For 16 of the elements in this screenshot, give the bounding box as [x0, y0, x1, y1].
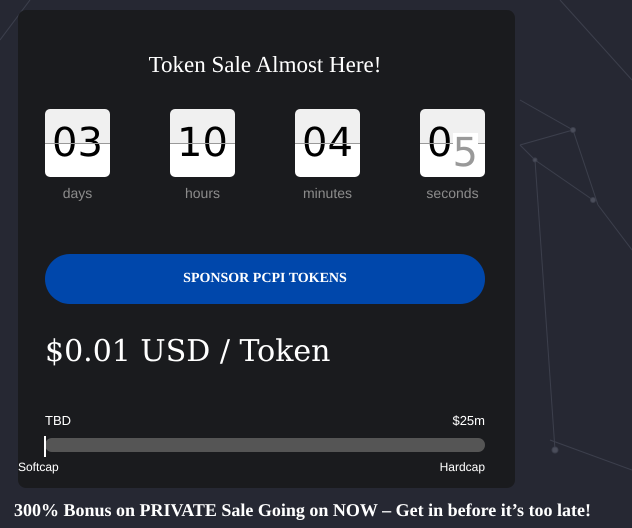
token-price: $0.01 USD / Token: [45, 334, 332, 369]
softcap-label: Softcap: [18, 460, 59, 474]
countdown-label: minutes: [302, 185, 352, 201]
hardcap-label: Hardcap: [440, 460, 485, 474]
sponsor-button[interactable]: SPONSOR PCPI TOKENS: [45, 254, 485, 304]
countdown-digits: 10: [170, 109, 235, 177]
countdown-label: seconds: [426, 185, 479, 201]
countdown-digits: 04: [295, 109, 360, 177]
hardcap-value: $25m: [452, 413, 485, 428]
card-title: Token Sale Almost Here!: [148, 52, 382, 78]
softcap-value: TBD: [45, 413, 71, 428]
countdown-digits: 03: [45, 109, 110, 177]
countdown-label: hours: [184, 185, 220, 201]
countdown-label: days: [62, 185, 92, 201]
countdown-digits: 05: [420, 109, 485, 177]
bonus-text: 300% Bonus on PRIVATE Sale Going on NOW – Get in before it’s too late!: [14, 500, 592, 521]
